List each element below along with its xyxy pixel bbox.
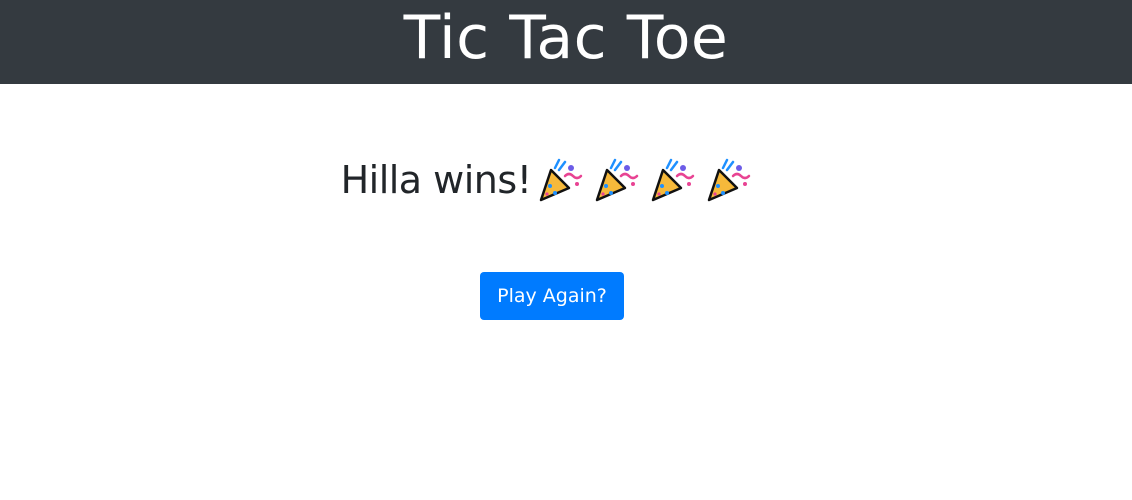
winner-message: Hilla wins! bbox=[340, 158, 532, 202]
party-popper-icon bbox=[540, 158, 583, 202]
party-popper-icon bbox=[708, 158, 751, 202]
page-title: Tic Tac Toe bbox=[403, 3, 729, 73]
app-header: Tic Tac Toe bbox=[0, 0, 1132, 84]
play-again-button[interactable]: Play Again? bbox=[480, 272, 624, 320]
celebration-icons bbox=[535, 156, 759, 204]
party-popper-icon bbox=[596, 158, 639, 202]
main-content: Hilla wins! Play Again? bbox=[0, 84, 1132, 500]
play-again-container: Play Again? bbox=[480, 272, 624, 320]
result-banner: Hilla wins! bbox=[0, 156, 1100, 204]
party-popper-icon bbox=[652, 158, 695, 202]
